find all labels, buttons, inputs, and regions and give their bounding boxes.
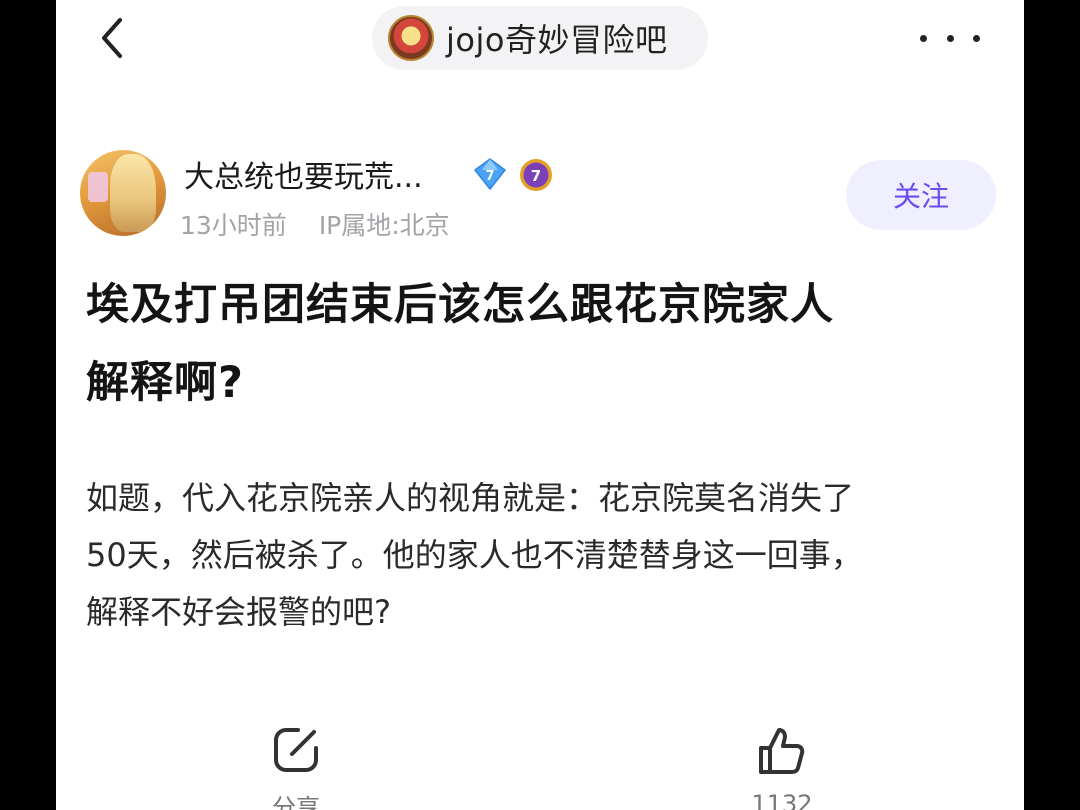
member-badge-icon: 7 (518, 156, 554, 194)
chevron-left-icon (102, 18, 122, 58)
post-title-line: 埃及打吊团结束后该怎么跟花京院家人 (86, 280, 834, 330)
post-time: 13小时前 (180, 211, 287, 240)
level-diamond-icon: 7 (472, 156, 508, 192)
level-badge-number: 7 (485, 169, 494, 184)
follow-button[interactable]: 关注 (846, 160, 996, 230)
forum-name: jojo奇妙冒险吧 (446, 21, 668, 59)
post-detail-screen: jojo奇妙冒险吧 大总统也要玩荒... 7 7 13小时前 IP属地:北京 关… (56, 0, 1024, 810)
like-button[interactable]: 1132 (722, 724, 842, 810)
post-body-line: 解释不好会报警的吧? (86, 593, 391, 631)
more-dot-icon (946, 34, 954, 42)
thumbs-up-icon (759, 728, 805, 774)
post-body-line: 50天，然后被杀了。他的家人也不清楚替身这一回事， (86, 536, 863, 574)
more-options-button[interactable] (920, 20, 980, 56)
post-title: 埃及打吊团结束后该怎么跟花京院家人 解释啊? (86, 266, 986, 422)
more-dot-icon (973, 34, 980, 42)
post-title-line: 解释啊? (86, 358, 244, 408)
post-body: 如题，代入花京院亲人的视角就是：花京院莫名消失了 50天，然后被杀了。他的家人也… (86, 470, 996, 641)
member-badge-number: 7 (531, 167, 541, 185)
author-avatar[interactable] (80, 150, 166, 236)
post-body-line: 如题，代入花京院亲人的视角就是：花京院莫名消失了 (86, 479, 855, 517)
forum-logo-icon (388, 15, 434, 61)
post-meta: 13小时前 IP属地:北京 (180, 206, 450, 242)
author-name[interactable]: 大总统也要玩荒... (184, 152, 423, 196)
more-dot-icon (920, 34, 927, 42)
like-count: 1132 (751, 790, 813, 810)
share-icon (274, 728, 318, 772)
share-button[interactable]: 分享 (236, 724, 356, 810)
back-button[interactable] (92, 14, 132, 62)
share-label: 分享 (272, 794, 320, 810)
forum-name-button[interactable]: jojo奇妙冒险吧 (372, 6, 708, 70)
ip-location: IP属地:北京 (318, 211, 450, 240)
